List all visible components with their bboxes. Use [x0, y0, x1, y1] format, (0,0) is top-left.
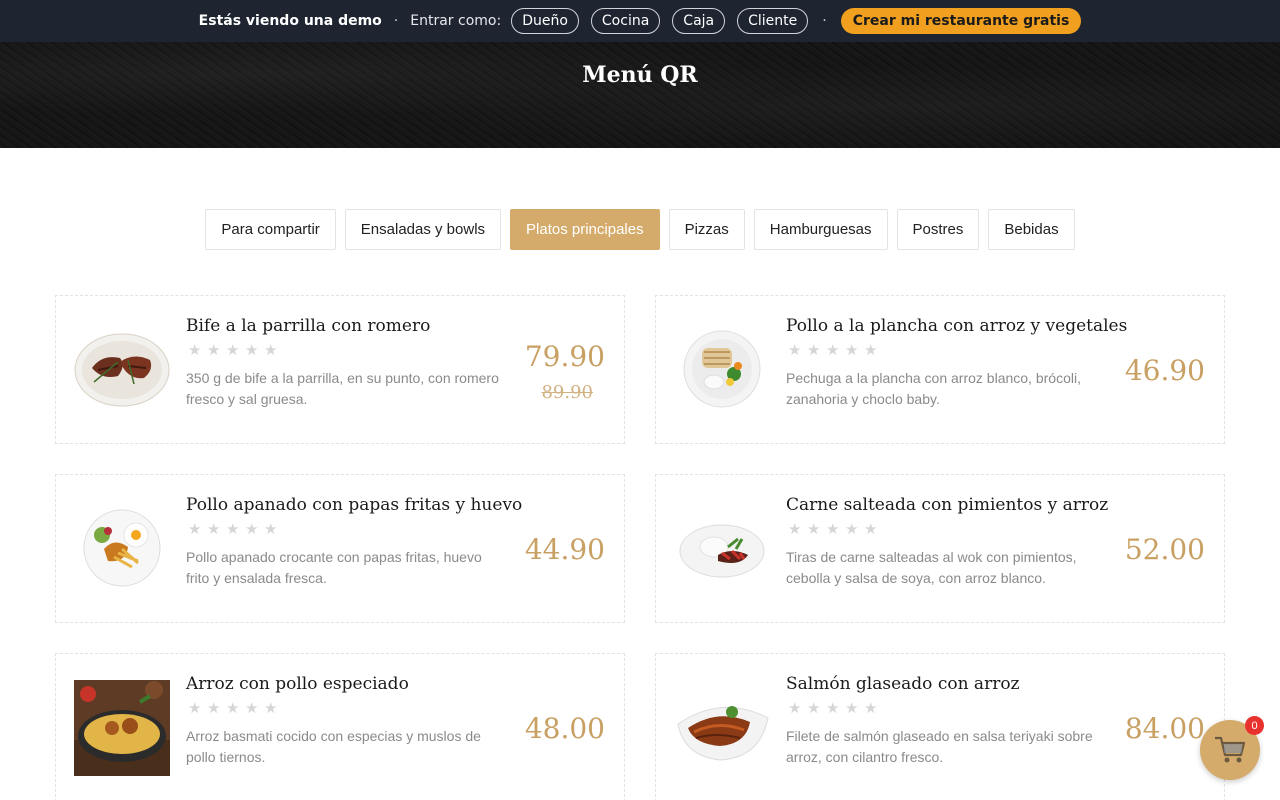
separator: ·	[822, 13, 827, 29]
dish-description: Pechuga a la plancha con arroz blanco, b…	[786, 370, 1081, 407]
dish-old-price: 89.90	[541, 382, 593, 403]
hero-banner: Menú QR	[0, 42, 1280, 148]
dish-image	[677, 706, 769, 761]
star-icon[interactable]: ★	[207, 701, 222, 716]
star-icon[interactable]: ★	[188, 701, 203, 716]
rating-stars[interactable]: ★ ★ ★ ★ ★	[788, 701, 879, 716]
dish-name: Salmón glaseado con arroz	[786, 674, 1020, 694]
tab-postres[interactable]: Postres	[896, 209, 980, 250]
dish-price: 46.90	[1124, 354, 1205, 387]
dish-price: 48.00	[524, 712, 605, 745]
dish-name: Carne salteada con pimientos y arroz	[786, 495, 1109, 515]
tab-platos-principales[interactable]: Platos principales	[510, 209, 660, 250]
star-icon[interactable]: ★	[264, 343, 279, 358]
page-title: Menú QR	[582, 62, 698, 88]
role-kitchen-button[interactable]: Cocina	[590, 8, 661, 34]
dish-description: Tiras de carne salteadas al wok con pimi…	[786, 549, 1077, 586]
dish-price: 52.00	[1124, 533, 1205, 566]
role-owner-button[interactable]: Dueño	[511, 8, 579, 34]
star-icon[interactable]: ★	[788, 701, 803, 716]
dish-image	[83, 509, 161, 587]
dish-card[interactable]: Arroz con pollo especiado ★ ★ ★ ★ ★ Arro…	[55, 653, 625, 800]
enter-as-label: Entrar como:	[410, 13, 502, 29]
tab-para-compartir[interactable]: Para compartir	[205, 209, 336, 250]
star-icon[interactable]: ★	[864, 701, 879, 716]
dish-card[interactable]: Bife a la parrilla con romero ★ ★ ★ ★ ★ …	[55, 295, 625, 444]
category-tabs: Para compartir Ensaladas y bowls Platos …	[0, 209, 1280, 250]
star-icon[interactable]: ★	[264, 701, 279, 716]
star-icon[interactable]: ★	[826, 522, 841, 537]
star-icon[interactable]: ★	[826, 701, 841, 716]
demo-bar: Estás viendo una demo · Entrar como: Due…	[0, 0, 1280, 42]
star-icon[interactable]: ★	[245, 522, 260, 537]
star-icon[interactable]: ★	[245, 343, 260, 358]
dish-card[interactable]: Salmón glaseado con arroz ★ ★ ★ ★ ★ File…	[655, 653, 1225, 800]
dish-name: Pollo apanado con papas fritas y huevo	[186, 495, 523, 515]
tab-hamburguesas[interactable]: Hamburguesas	[753, 209, 888, 250]
shopping-cart-icon	[1215, 736, 1246, 763]
tab-bebidas[interactable]: Bebidas	[988, 209, 1075, 250]
rating-stars[interactable]: ★ ★ ★ ★ ★	[188, 522, 279, 537]
dish-card[interactable]: Pollo a la plancha con arroz y vegetales…	[655, 295, 1225, 444]
star-icon[interactable]: ★	[226, 343, 241, 358]
role-cashier-button[interactable]: Caja	[672, 8, 726, 34]
role-client-button[interactable]: Cliente	[737, 8, 809, 34]
star-icon[interactable]: ★	[226, 701, 241, 716]
star-icon[interactable]: ★	[245, 701, 260, 716]
dish-image	[683, 330, 761, 408]
rating-stars[interactable]: ★ ★ ★ ★ ★	[788, 343, 879, 358]
create-restaurant-button[interactable]: Crear mi restaurante gratis	[840, 8, 1082, 34]
dish-description: Pollo apanado crocante con papas fritas,…	[186, 549, 482, 586]
star-icon[interactable]: ★	[807, 701, 822, 716]
cart-count-badge: 0	[1245, 716, 1264, 735]
dish-price: 84.00	[1124, 712, 1205, 745]
star-icon[interactable]: ★	[188, 343, 203, 358]
star-icon[interactable]: ★	[207, 522, 222, 537]
star-icon[interactable]: ★	[826, 343, 841, 358]
star-icon[interactable]: ★	[845, 522, 860, 537]
star-icon[interactable]: ★	[264, 522, 279, 537]
star-icon[interactable]: ★	[845, 701, 860, 716]
dish-card[interactable]: Pollo apanado con papas fritas y huevo ★…	[55, 474, 625, 623]
dish-price: 79.90	[524, 340, 605, 373]
star-icon[interactable]: ★	[207, 343, 222, 358]
tab-ensaladas[interactable]: Ensaladas y bowls	[344, 209, 502, 250]
dish-description: Arroz basmati cocido con especias y musl…	[186, 728, 481, 765]
dish-description: Filete de salmón glaseado en salsa teriy…	[786, 728, 1093, 765]
dish-image	[679, 524, 765, 578]
dish-name: Bife a la parrilla con romero	[186, 316, 431, 336]
star-icon[interactable]: ★	[807, 522, 822, 537]
tab-pizzas[interactable]: Pizzas	[668, 209, 745, 250]
dish-name: Pollo a la plancha con arroz y vegetales	[786, 316, 1128, 336]
star-icon[interactable]: ★	[845, 343, 860, 358]
dish-image	[74, 680, 170, 776]
star-icon[interactable]: ★	[188, 522, 203, 537]
dish-name: Arroz con pollo especiado	[186, 674, 409, 694]
star-icon[interactable]: ★	[864, 343, 879, 358]
separator: ·	[393, 13, 399, 29]
dish-card[interactable]: Carne salteada con pimientos y arroz ★ ★…	[655, 474, 1225, 623]
rating-stars[interactable]: ★ ★ ★ ★ ★	[788, 522, 879, 537]
dish-description: 350 g de bife a la parrilla, en su punto…	[186, 370, 499, 407]
star-icon[interactable]: ★	[226, 522, 241, 537]
star-icon[interactable]: ★	[788, 522, 803, 537]
star-icon[interactable]: ★	[864, 522, 879, 537]
demo-notice: Estás viendo una demo	[198, 13, 382, 29]
star-icon[interactable]: ★	[788, 343, 803, 358]
rating-stars[interactable]: ★ ★ ★ ★ ★	[188, 701, 279, 716]
dish-image	[74, 333, 170, 407]
dish-price: 44.90	[524, 533, 605, 566]
rating-stars[interactable]: ★ ★ ★ ★ ★	[188, 343, 279, 358]
star-icon[interactable]: ★	[807, 343, 822, 358]
